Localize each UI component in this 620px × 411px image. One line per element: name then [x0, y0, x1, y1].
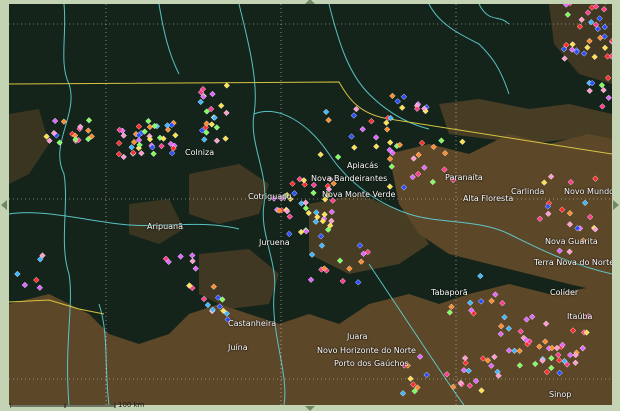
- city-label[interactable]: Porto dos Gaúchos: [334, 359, 409, 368]
- city-label[interactable]: Sinop: [549, 390, 571, 399]
- city-label[interactable]: Carlinda: [511, 187, 544, 196]
- city-label[interactable]: Juara: [347, 332, 368, 341]
- city-label[interactable]: Paranaíta: [445, 173, 483, 182]
- pan-left-arrow[interactable]: [1, 200, 7, 210]
- map-frame: Apiacás Nova Bandeirantes Nova Monte Ver…: [0, 0, 620, 410]
- city-label[interactable]: Alta Floresta: [463, 194, 513, 203]
- map-canvas: [9, 4, 612, 405]
- city-label[interactable]: Itaúba: [567, 312, 592, 321]
- city-label[interactable]: Nova Bandeirantes: [311, 174, 387, 183]
- city-label[interactable]: Apiacás: [347, 161, 378, 170]
- city-label[interactable]: Novo Mundo: [564, 187, 612, 196]
- pan-down-arrow[interactable]: [305, 406, 315, 411]
- city-label[interactable]: Terra Nova do Norte: [534, 258, 612, 267]
- city-label[interactable]: Nova Guarita: [545, 237, 598, 246]
- city-label[interactable]: Novo Horizonte do Norte: [317, 346, 416, 355]
- city-label[interactable]: Cotriguaçu: [248, 192, 292, 201]
- city-label[interactable]: Juína: [228, 343, 248, 352]
- city-label[interactable]: Colniza: [185, 148, 214, 157]
- pan-right-arrow[interactable]: [613, 200, 619, 210]
- city-label[interactable]: Nova Monte Verde: [322, 190, 395, 199]
- city-label[interactable]: Colíder: [550, 288, 578, 297]
- satellite-map[interactable]: Apiacás Nova Bandeirantes Nova Monte Ver…: [9, 4, 612, 405]
- city-label[interactable]: Aripuanã: [147, 222, 183, 231]
- city-label[interactable]: Castanheira: [228, 319, 276, 328]
- city-label[interactable]: Juruena: [259, 238, 290, 247]
- scale-label: 100 km: [118, 401, 144, 409]
- city-label[interactable]: Tabaporã: [431, 288, 468, 297]
- scale-bar: [10, 402, 210, 410]
